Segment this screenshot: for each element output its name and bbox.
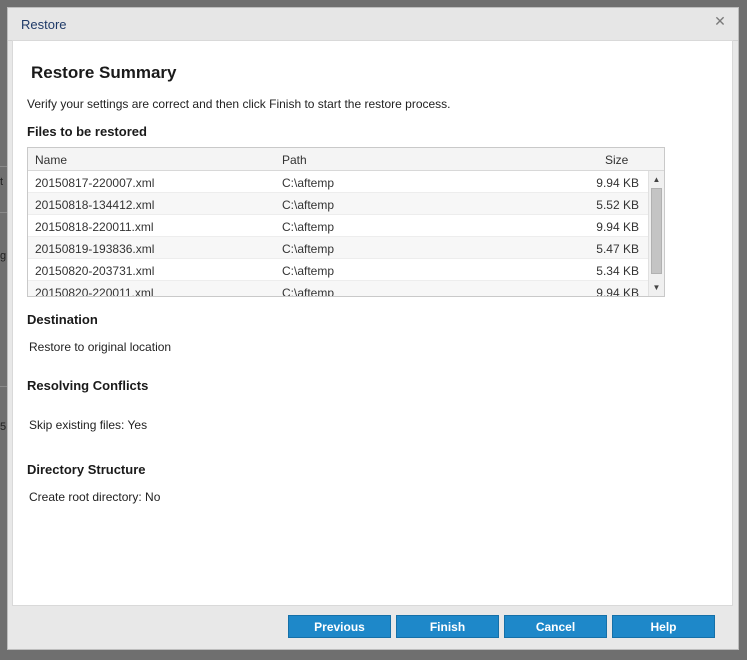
cell-path: C:\aftemp xyxy=(282,242,335,256)
cell-name: 20150818-220011.xml xyxy=(35,220,154,234)
table-row[interactable]: 20150817-220007.xml C:\aftemp 9.94 KB xyxy=(28,171,648,193)
restore-dialog: Restore ✕ Restore Summary Verify your se… xyxy=(7,7,739,650)
grid-body: 20150817-220007.xml C:\aftemp 9.94 KB 20… xyxy=(28,171,648,297)
cell-path: C:\aftemp xyxy=(282,198,335,212)
destination-heading: Destination xyxy=(27,312,98,327)
cancel-button[interactable]: Cancel xyxy=(504,615,607,638)
background-text: t xyxy=(0,176,4,188)
dialog-content: Restore Summary Verify your settings are… xyxy=(12,40,733,606)
directory-value: Create root directory: No xyxy=(29,490,161,504)
scroll-up-icon[interactable]: ▲ xyxy=(649,173,664,187)
cell-name: 20150819-193836.xml xyxy=(35,242,155,256)
destination-value: Restore to original location xyxy=(29,340,172,354)
table-row[interactable]: 20150820-203731.xml C:\aftemp 5.34 KB xyxy=(28,259,648,281)
table-row[interactable]: 20150818-134412.xml C:\aftemp 5.52 KB xyxy=(28,193,648,215)
cell-size: 5.34 KB xyxy=(596,264,639,278)
cell-name: 20150818-134412.xml xyxy=(35,198,155,212)
conflicts-heading: Resolving Conflicts xyxy=(27,378,149,393)
cell-size: 9.94 KB xyxy=(596,220,639,234)
directory-heading: Directory Structure xyxy=(27,462,146,477)
cell-size: 5.47 KB xyxy=(596,242,639,256)
cell-size: 9.94 KB xyxy=(596,176,639,190)
files-heading: Files to be restored xyxy=(27,124,147,139)
table-row[interactable]: 20150819-193836.xml C:\aftemp 5.47 KB xyxy=(28,237,648,259)
column-header-name[interactable]: Name xyxy=(35,153,67,167)
help-button[interactable]: Help xyxy=(612,615,715,638)
cell-path: C:\aftemp xyxy=(282,176,335,190)
cell-size: 9.94 KB xyxy=(596,286,639,297)
column-header-path[interactable]: Path xyxy=(282,153,307,167)
cell-name: 20150817-220007.xml xyxy=(35,176,155,190)
cell-name: 20150820-203731.xml xyxy=(35,264,155,278)
table-row[interactable]: 20150820-220011.xml C:\aftemp 9.94 KB xyxy=(28,281,648,297)
cell-path: C:\aftemp xyxy=(282,264,335,278)
table-row[interactable]: 20150818-220011.xml C:\aftemp 9.94 KB xyxy=(28,215,648,237)
files-grid[interactable]: Name Path Size 20150817-220007.xml C:\af… xyxy=(27,147,665,297)
page-title: Restore Summary xyxy=(31,63,177,82)
close-icon[interactable]: ✕ xyxy=(713,14,727,28)
column-header-size[interactable]: Size xyxy=(605,153,628,167)
cell-name: 20150820-220011.xml xyxy=(35,286,154,297)
dialog-titlebar[interactable]: Restore ✕ xyxy=(8,8,738,41)
dialog-title: Restore xyxy=(21,17,67,32)
previous-button[interactable]: Previous xyxy=(288,615,391,638)
cell-path: C:\aftemp xyxy=(282,220,335,234)
background-text: g xyxy=(0,250,7,262)
conflicts-value: Skip existing files: Yes xyxy=(29,418,148,432)
scroll-thumb[interactable] xyxy=(651,188,662,274)
cell-size: 5.52 KB xyxy=(596,198,639,212)
scroll-down-icon[interactable]: ▼ xyxy=(649,281,664,295)
cell-path: C:\aftemp xyxy=(282,286,335,297)
dialog-footer: Previous Finish Cancel Help xyxy=(8,606,738,650)
grid-scrollbar[interactable]: ▲ ▼ xyxy=(648,171,664,296)
finish-button[interactable]: Finish xyxy=(396,615,499,638)
grid-header: Name Path Size xyxy=(28,148,664,171)
instructions-text: Verify your settings are correct and the… xyxy=(27,97,451,111)
background-text: 5 xyxy=(0,421,7,433)
